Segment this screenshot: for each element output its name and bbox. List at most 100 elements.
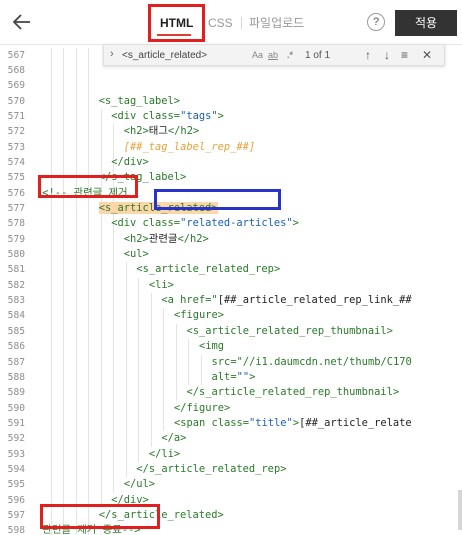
line-number: 581 (7, 264, 25, 276)
code-text: <div class="tags"> (111, 109, 224, 122)
code-text: <figure> (173, 309, 224, 322)
next-match-icon[interactable]: ↓ (384, 47, 390, 63)
code-line[interactable]: 579 <h2>관련글</h2> (0, 232, 462, 247)
code-text: </figure> (173, 401, 231, 414)
code-line[interactable]: 582 <li> (0, 278, 462, 293)
annotation-box-comment-start (38, 175, 138, 198)
code-line[interactable]: 571 <div class="tags"> (0, 109, 462, 124)
line-number: 590 (7, 402, 25, 414)
code-text: <s_tag_label> (98, 94, 181, 107)
line-number: 569 (7, 80, 25, 92)
code-text: src="//i1.daumcdn.net/thumb/C170 (211, 355, 412, 368)
code-line[interactable]: 569 (0, 78, 462, 93)
code-text: </ul> (123, 478, 156, 491)
code-line[interactable]: 585 <s_article_related_rep_thumbnail> (0, 324, 462, 339)
line-number: 582 (7, 279, 25, 291)
line-number: 595 (7, 479, 25, 491)
editor-toolbar: HTML CSS 파일업로드 ? 적용 (0, 0, 462, 44)
code-line[interactable]: 578 <div class="related-articles"> (0, 216, 462, 231)
line-number: 575 (7, 172, 25, 184)
code-text: <h2>태그</h2> (123, 125, 200, 138)
code-text: <a href="[##_article_related_rep_link_## (161, 294, 412, 307)
code-line[interactable]: 594 </s_article_related_rep> (0, 462, 462, 477)
code-line[interactable]: 592 </a> (0, 431, 462, 446)
code-line[interactable]: 587 src="//i1.daumcdn.net/thumb/C170 (0, 355, 462, 370)
line-number: 580 (7, 249, 25, 261)
line-number: 593 (7, 448, 25, 460)
line-number: 591 (7, 417, 25, 429)
line-number: 586 (7, 341, 25, 353)
code-text: </div> (111, 155, 149, 168)
find-in-selection-icon[interactable]: ≡ (401, 47, 408, 63)
match-case-toggle[interactable]: Aa (252, 48, 263, 63)
tab-divider (241, 17, 242, 29)
code-line[interactable]: 573 [##_tag_label_rep_##] (0, 140, 462, 155)
close-icon[interactable]: ✕ (422, 47, 432, 63)
find-input[interactable]: <s_article_related> (122, 48, 246, 63)
code-line[interactable]: 591 <span class="title">[##_article_relat… (0, 416, 462, 431)
line-number: 588 (7, 371, 25, 383)
code-text: <span class="title">[##_article_relate (173, 416, 412, 429)
code-line[interactable]: 590 </figure> (0, 401, 462, 416)
scrollbar-thumb[interactable] (458, 490, 462, 530)
code-line[interactable]: 583 <a href="[##_article_related_rep_link… (0, 293, 462, 308)
line-number: 592 (7, 433, 25, 445)
code-text: <ul> (123, 248, 149, 261)
code-text: </s_article_related_rep> (136, 462, 287, 475)
line-number: 596 (7, 494, 25, 506)
whole-word-toggle[interactable]: ab (268, 48, 278, 63)
code-text: <h2>관련글</h2> (123, 232, 209, 245)
line-number: 585 (7, 325, 25, 337)
code-line[interactable]: 584 <figure> (0, 308, 462, 323)
line-number: 568 (7, 64, 25, 76)
code-line[interactable]: 586 <img (0, 339, 462, 354)
line-number: 597 (7, 510, 25, 521)
tab-css[interactable]: CSS (208, 15, 233, 31)
code-line[interactable]: 580 <ul> (0, 247, 462, 262)
line-number: 583 (7, 295, 25, 307)
code-line[interactable]: 593 </li> (0, 447, 462, 462)
line-number: 579 (7, 233, 25, 245)
find-widget: › <s_article_related> Aa ab .* 1 of 1 ↑ … (103, 44, 445, 66)
toggle-replace-icon[interactable]: › (110, 48, 114, 60)
code-text: <img (199, 340, 225, 353)
line-number: 584 (7, 310, 25, 322)
line-number: 570 (7, 95, 25, 107)
line-number: 589 (7, 387, 25, 399)
previous-match-icon[interactable]: ↑ (365, 47, 371, 63)
back-arrow-icon[interactable] (10, 10, 34, 34)
line-number: 571 (7, 110, 25, 122)
match-count: 1 of 1 (305, 50, 331, 61)
code-text: </s_article_related_rep_thumbnail> (186, 386, 400, 399)
line-number: 598 (7, 525, 25, 535)
line-number: 587 (7, 356, 25, 368)
code-text: alt=""> (211, 370, 256, 383)
code-line[interactable]: 589 </s_article_related_rep_thumbnail> (0, 385, 462, 400)
apply-button[interactable]: 적용 (395, 10, 457, 36)
code-text: </li> (148, 447, 181, 460)
line-number: 573 (7, 141, 25, 153)
code-text: <div class="related-articles"> (111, 217, 299, 230)
code-line[interactable]: 570 <s_tag_label> (0, 94, 462, 109)
help-button[interactable]: ? (367, 13, 385, 31)
line-number: 594 (7, 463, 25, 475)
code-line[interactable]: 572 <h2>태그</h2> (0, 124, 462, 139)
code-line[interactable]: 595 </ul> (0, 477, 462, 492)
code-text: [##_tag_label_rep_##] (123, 140, 256, 153)
regex-toggle[interactable]: .* (287, 48, 293, 63)
annotation-box-comment-end (40, 504, 160, 529)
annotation-box-html-tab (148, 4, 205, 42)
line-number: 577 (7, 203, 25, 214)
tab-file-upload[interactable]: 파일업로드 (249, 15, 304, 31)
code-text: <s_article_related_rep_thumbnail> (186, 324, 393, 337)
line-number: 572 (7, 126, 25, 138)
code-line[interactable]: 588 alt=""> (0, 370, 462, 385)
line-number: 578 (7, 218, 25, 230)
code-line[interactable]: 581 <s_article_related_rep> (0, 262, 462, 277)
code-line[interactable]: 574 </div> (0, 155, 462, 170)
line-number: 576 (7, 187, 25, 199)
code-text: <li> (148, 278, 174, 291)
line-number: 574 (7, 156, 25, 168)
code-text: </a> (161, 432, 187, 445)
code-editor[interactable]: 567 568 569 570 <s_tag_label> 571 <div class="… (0, 44, 462, 535)
